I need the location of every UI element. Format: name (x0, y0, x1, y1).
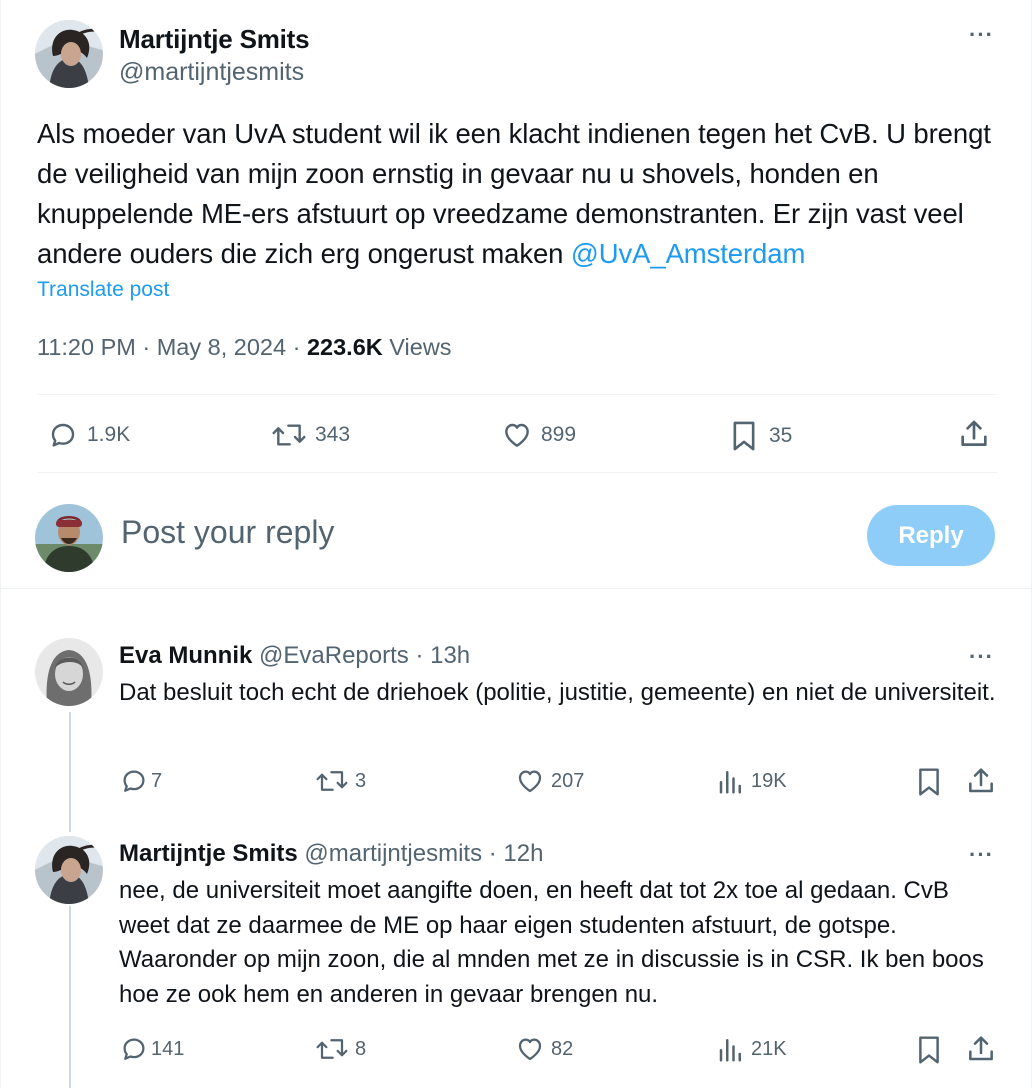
repost-count: 8 (355, 1037, 367, 1060)
bookmark-icon (919, 1036, 939, 1064)
like-count: 899 (541, 423, 577, 446)
reply-icon (123, 770, 145, 792)
reply-avatar[interactable] (35, 836, 103, 904)
repost-icon (316, 1039, 348, 1059)
reply-avatar[interactable] (35, 638, 103, 706)
like-count: 207 (551, 769, 585, 792)
reply-handle-time[interactable]: @EvaReports · 13h (252, 642, 470, 669)
share-button[interactable] (965, 765, 997, 797)
reply-submit-button[interactable]: Reply (867, 505, 995, 566)
bookmark-icon (733, 421, 755, 451)
post-date[interactable]: May 8, 2024 (157, 334, 286, 360)
reply-text: nee, de universiteit moet aangifte doen,… (119, 877, 984, 1008)
repost-button[interactable]: 8 (315, 1034, 366, 1064)
reply-count: 141 (151, 1037, 185, 1060)
thread-connector (69, 712, 71, 832)
reply-input[interactable]: Post your reply (121, 514, 334, 551)
author-avatar[interactable] (35, 20, 103, 88)
post-body: Als moeder van UvA student wil ik een kl… (37, 118, 991, 269)
reply-button[interactable]: 1.9K (47, 419, 130, 451)
views-button[interactable]: 21K (717, 1034, 787, 1064)
repost-icon (316, 771, 348, 791)
thread-connector (69, 906, 71, 1088)
post-text: Als moeder van UvA student wil ik een kl… (37, 114, 1007, 274)
divider (1, 588, 1032, 589)
heart-icon (505, 423, 529, 447)
analytics-icon (719, 771, 741, 794)
views-count: 21K (751, 1037, 787, 1060)
reply-count: 7 (151, 769, 163, 792)
views-count: 19K (751, 769, 787, 792)
bookmark-button[interactable] (915, 766, 943, 798)
divider (37, 394, 997, 395)
like-button[interactable]: 899 (501, 419, 576, 451)
views-button[interactable]: 19K (717, 766, 787, 796)
reply-handle-time[interactable]: @martijntjesmits · 12h (298, 840, 543, 867)
share-icon (969, 1036, 993, 1061)
share-button[interactable] (965, 1033, 997, 1065)
author-name[interactable]: Martijntje Smits (119, 24, 310, 55)
share-button[interactable] (957, 417, 991, 451)
reply-button[interactable]: 7 (119, 766, 162, 796)
translate-post-link[interactable]: Translate post (37, 278, 169, 302)
post-time[interactable]: 11:20 PM (37, 334, 136, 360)
repost-count: 343 (315, 423, 351, 446)
separator: · (135, 334, 157, 360)
reply-author-name[interactable]: Eva Munnik (119, 642, 252, 669)
reply-header: Martijntje Smits @martijntjesmits · 12h (119, 840, 543, 868)
like-button[interactable]: 207 (515, 766, 584, 796)
reply-author-name[interactable]: Martijntje Smits (119, 840, 298, 867)
reply-text: Dat besluit toch echt de driehoek (polit… (119, 679, 996, 706)
current-user-avatar[interactable] (35, 504, 103, 572)
divider (37, 472, 997, 473)
reply-icon (123, 1038, 145, 1060)
repost-button[interactable]: 343 (271, 419, 350, 451)
reply-count: 1.9K (87, 423, 131, 446)
heart-icon (518, 770, 542, 793)
share-icon (961, 420, 987, 446)
reply-header: Eva Munnik @EvaReports · 13h (119, 642, 470, 670)
bookmark-count: 35 (769, 424, 793, 447)
views-label: Views (382, 334, 452, 360)
analytics-icon (719, 1039, 741, 1062)
repost-count: 3 (355, 769, 367, 792)
bookmark-button[interactable]: 35 (729, 419, 792, 453)
reply-icon (51, 423, 75, 447)
bookmark-icon (919, 768, 939, 796)
bookmark-button[interactable] (915, 1034, 943, 1066)
like-button[interactable]: 82 (515, 1034, 573, 1064)
more-options-icon[interactable]: ··· (969, 24, 994, 46)
repost-button[interactable]: 3 (315, 766, 366, 796)
heart-icon (518, 1038, 542, 1061)
post-metadata: 11:20 PM · May 8, 2024 · 223.6K Views (37, 334, 452, 361)
views-count: 223.6K (306, 334, 383, 360)
more-options-icon[interactable]: ··· (969, 646, 994, 668)
separator: · (286, 334, 307, 360)
post-detail-view: Martijntje Smits @martijntjesmits ··· Al… (0, 0, 1032, 1088)
author-handle[interactable]: @martijntjesmits (119, 58, 304, 87)
like-count: 82 (551, 1037, 574, 1060)
repost-icon (272, 424, 306, 446)
more-options-icon[interactable]: ··· (969, 844, 994, 866)
reply-button[interactable]: 141 (119, 1034, 184, 1064)
share-icon (969, 768, 993, 793)
mention-link[interactable]: @UvA_Amsterdam (571, 238, 805, 269)
